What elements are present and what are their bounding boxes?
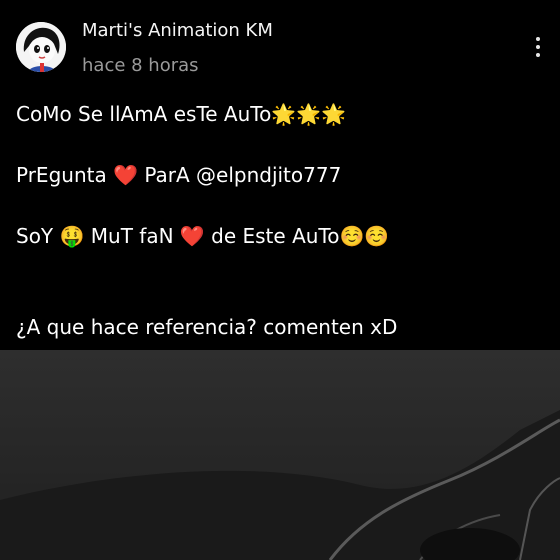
post-text-line: CoMo Se llAmA esTe AuTo🌟🌟🌟 (16, 102, 347, 126)
post-text-line: SoY 🤑 MuT faN ❤️ de Este AuTo☺️☺️ (16, 224, 390, 248)
menu-dot (536, 45, 540, 49)
post-text-line: PrEgunta ❤️ ParA @elpndjito777 (16, 163, 342, 187)
post-timestamp: hace 8 horas (82, 55, 199, 76)
author-name[interactable]: Marti's Animation KM (82, 20, 273, 41)
post-image[interactable] (0, 350, 560, 560)
post-header: Marti's Animation KM hace 8 horas (0, 0, 560, 90)
car-photo-illustration (0, 410, 560, 560)
cartoon-avatar-icon (16, 22, 66, 72)
post-text-line: ¿A que hace referencia? comenten xD (16, 315, 398, 339)
menu-dot (536, 37, 540, 41)
post-card: Marti's Animation KM hace 8 horas CoMo S… (0, 0, 560, 560)
more-vertical-icon[interactable] (526, 34, 550, 64)
avatar[interactable] (16, 22, 66, 72)
menu-dot (536, 53, 540, 57)
